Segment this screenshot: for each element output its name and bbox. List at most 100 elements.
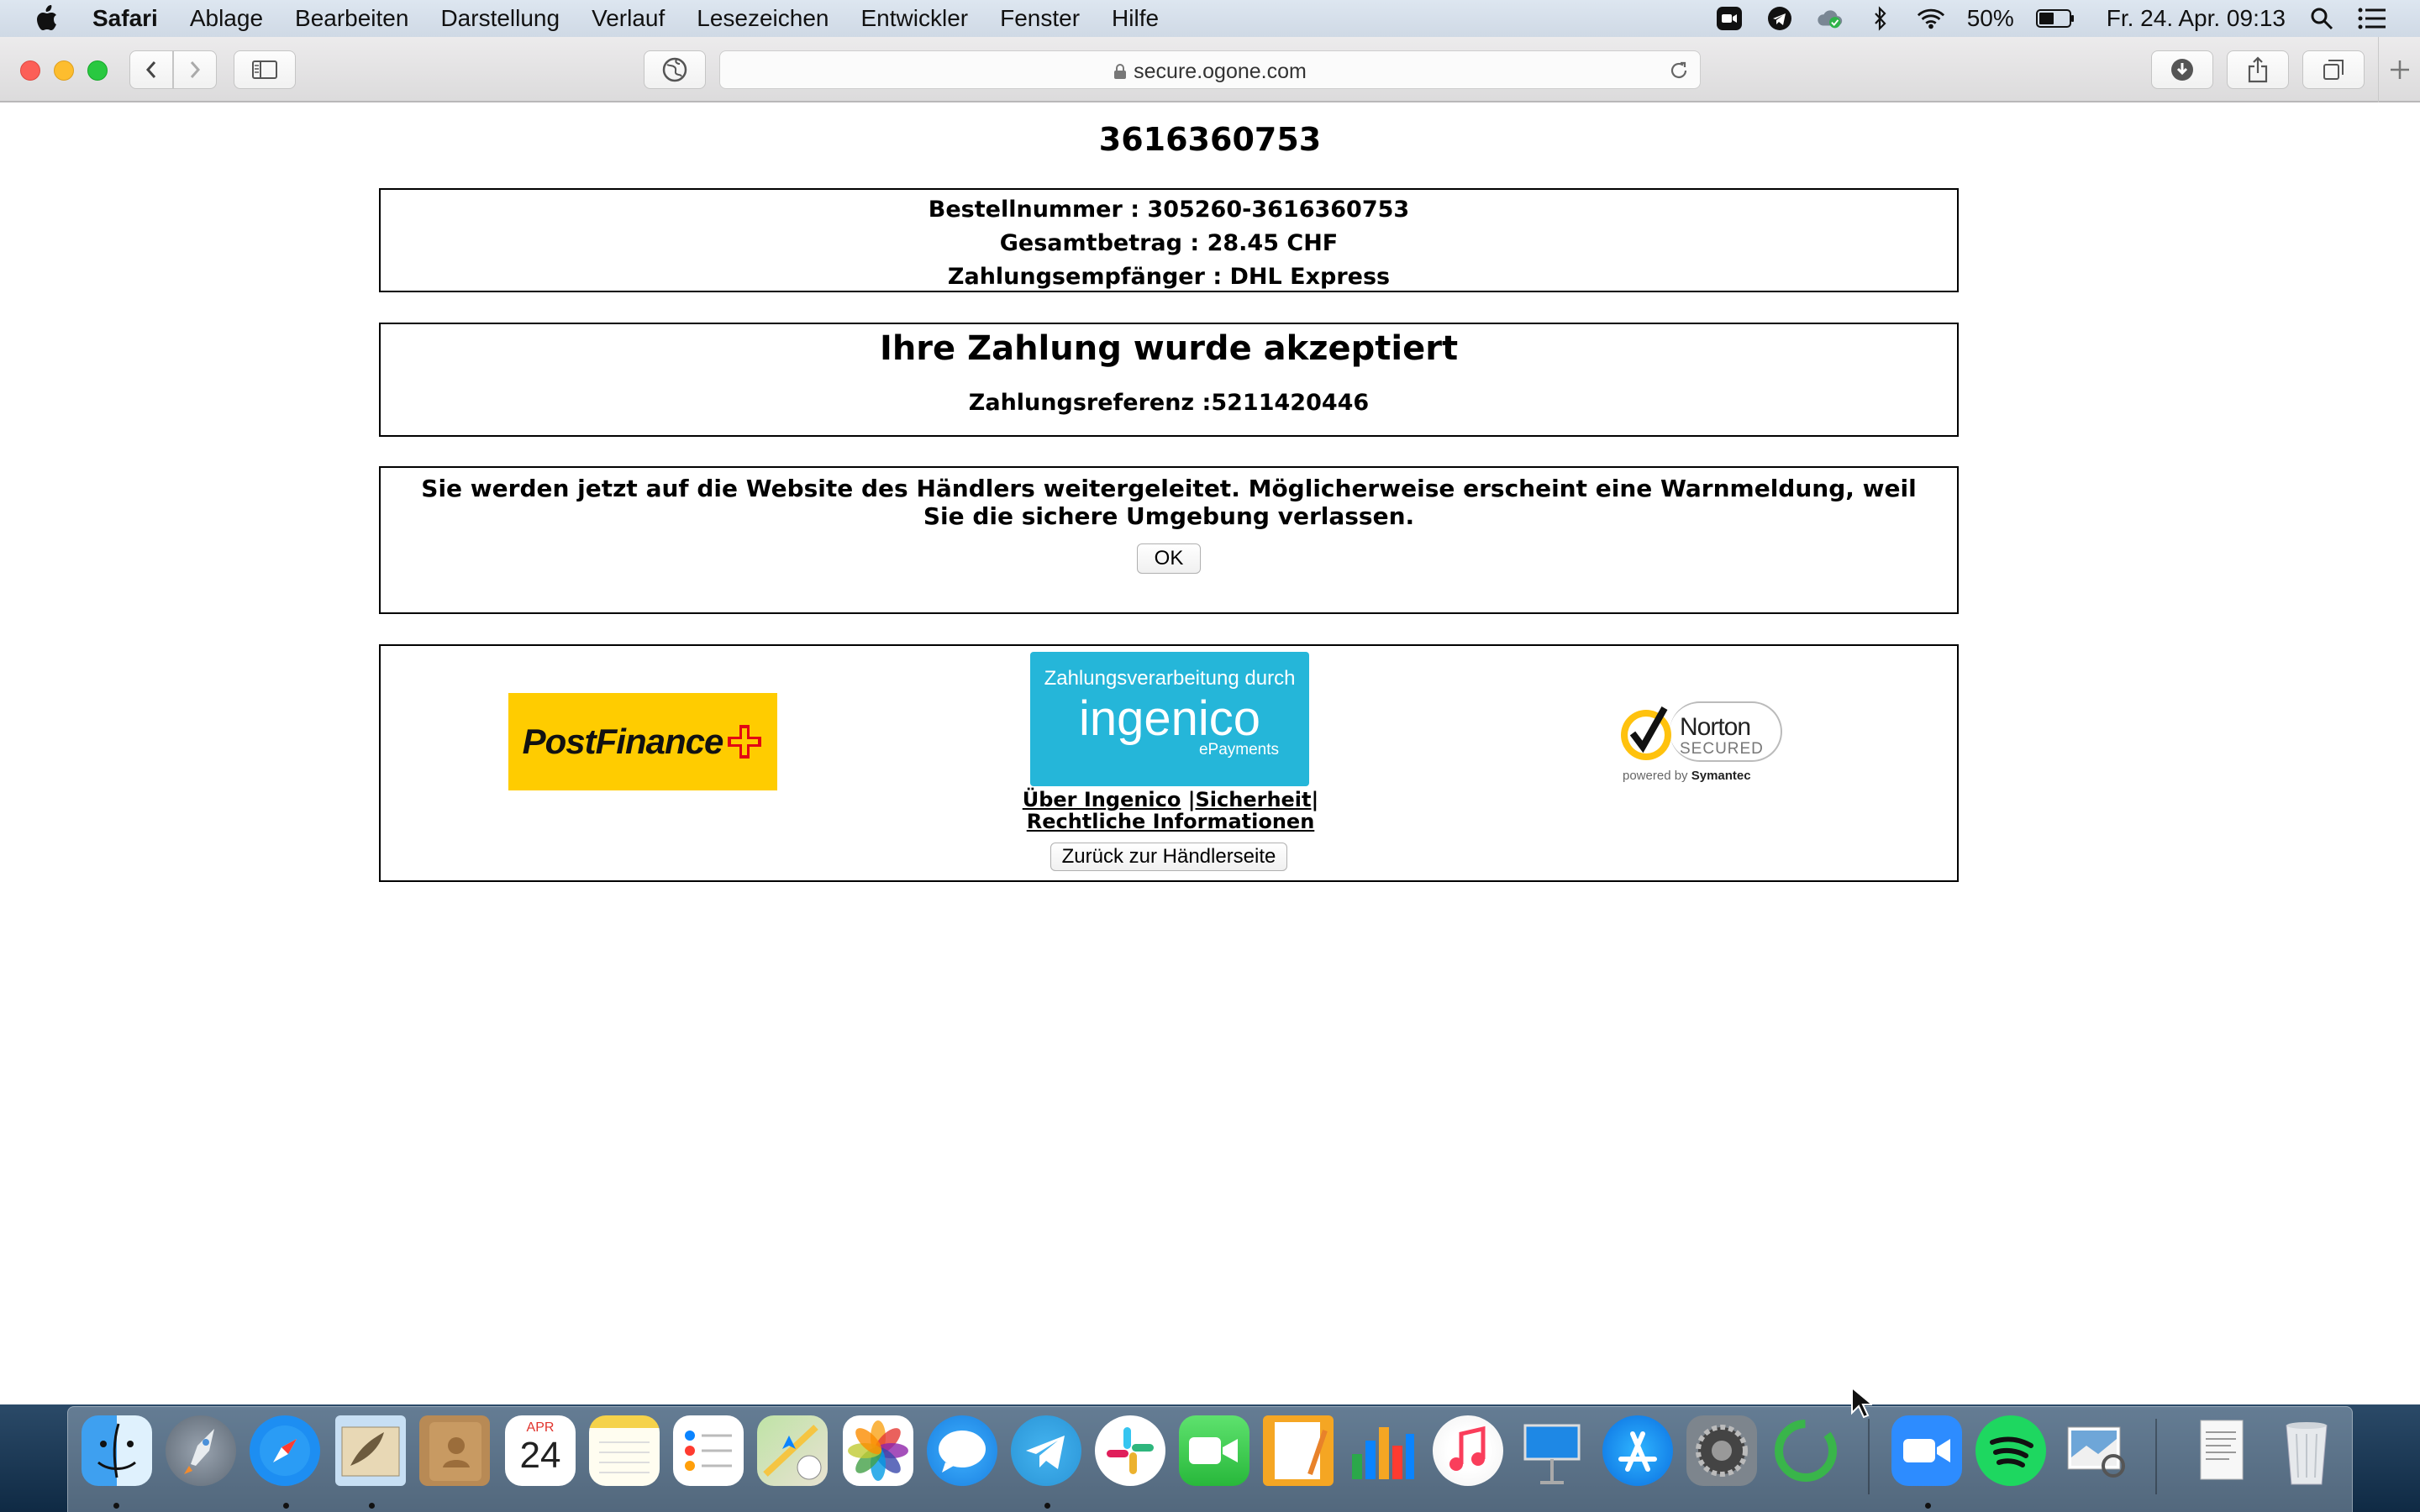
- order-details-box: Bestellnummer : 305260-3616360753 Gesamt…: [379, 188, 1959, 292]
- calendar-day: 24: [519, 1435, 561, 1476]
- window-zoom-button[interactable]: [87, 60, 108, 81]
- photos-icon[interactable]: [843, 1415, 913, 1486]
- payment-recipient: Zahlungsempfänger : DHL Express: [947, 264, 1391, 290]
- launchpad-icon[interactable]: [166, 1415, 236, 1486]
- preview-icon[interactable]: [2061, 1415, 2132, 1486]
- globe-icon: [662, 57, 687, 82]
- safari-icon[interactable]: [250, 1415, 320, 1486]
- telegram-icon[interactable]: [1011, 1415, 1081, 1486]
- page-title: 3616360753: [1098, 121, 1322, 158]
- menu-ablage[interactable]: Ablage: [190, 5, 263, 32]
- reminders-icon[interactable]: [673, 1415, 744, 1486]
- plus-icon: [2390, 60, 2409, 79]
- norton-secured-text: SECURED: [1680, 740, 1764, 758]
- maps-icon[interactable]: [757, 1415, 828, 1486]
- browser-toolbar: secure.ogone.com: [0, 37, 2420, 102]
- notification-center-icon[interactable]: [2358, 4, 2386, 33]
- back-to-merchant-button[interactable]: Zurück zur Händlerseite: [1050, 843, 1287, 871]
- spotify-icon[interactable]: [1975, 1415, 2046, 1486]
- postfinance-logo-text: PostFinance: [522, 722, 724, 761]
- zoom-icon[interactable]: [1891, 1415, 1962, 1486]
- numbers-icon[interactable]: [1347, 1415, 1418, 1486]
- privacy-report-button[interactable]: [644, 50, 706, 89]
- activity-ring-icon[interactable]: [1770, 1415, 1841, 1486]
- window-minimize-button[interactable]: [54, 60, 74, 81]
- dock-separator: [2155, 1419, 2157, 1494]
- keynote-icon[interactable]: [1517, 1415, 1587, 1486]
- sidebar-toggle-button[interactable]: [234, 50, 296, 89]
- system-preferences-icon[interactable]: [1686, 1415, 1757, 1486]
- zoom-status-icon[interactable]: [1715, 4, 1744, 33]
- slack-icon[interactable]: [1095, 1415, 1165, 1486]
- order-number: Bestellnummer : 305260-3616360753: [928, 197, 1410, 223]
- wifi-icon[interactable]: [1917, 4, 1945, 33]
- mail-icon[interactable]: [335, 1415, 406, 1486]
- redirect-notice-box: Sie werden jetzt auf die Website des Hän…: [379, 466, 1959, 614]
- menu-bar: Safari Ablage Bearbeiten Darstellung Ver…: [0, 0, 2420, 37]
- swiss-cross-icon: [728, 725, 762, 759]
- security-link[interactable]: Sicherheit: [1196, 788, 1312, 811]
- sidebar-icon: [252, 60, 277, 79]
- notes-icon[interactable]: [589, 1415, 660, 1486]
- ingenico-logo: Zahlungsverarbeitung durch ingenico ePay…: [1030, 652, 1309, 786]
- payment-footer-box: PostFinance Zahlungsverarbeitung durch i…: [379, 644, 1959, 882]
- reload-icon[interactable]: [1668, 60, 1690, 81]
- footer-links: Über Ingenico |Sicherheit| Rechtliche In…: [969, 789, 1372, 832]
- battery-icon[interactable]: [2035, 4, 2075, 33]
- share-button[interactable]: [2227, 50, 2289, 89]
- share-icon: [2248, 56, 2268, 83]
- calendar-icon[interactable]: APR 24: [505, 1415, 576, 1486]
- menu-fenster[interactable]: Fenster: [1000, 5, 1080, 32]
- ingenico-tagline: Zahlungsverarbeitung durch: [1044, 667, 1296, 690]
- menu-darstellung[interactable]: Darstellung: [440, 5, 560, 32]
- pages-icon[interactable]: [1263, 1415, 1334, 1486]
- legal-info-link[interactable]: Rechtliche Informationen: [1027, 810, 1315, 833]
- total-amount: Gesamtbetrag : 28.45 CHF: [999, 230, 1339, 256]
- messages-icon[interactable]: [927, 1415, 997, 1486]
- menu-lesezeichen[interactable]: Lesezeichen: [697, 5, 829, 32]
- mouse-cursor-icon: [1851, 1386, 1872, 1419]
- facetime-icon[interactable]: [1179, 1415, 1249, 1486]
- norton-symantec: Symantec: [1691, 769, 1751, 783]
- trash-icon[interactable]: [2271, 1415, 2342, 1486]
- dock-separator: [1868, 1419, 1870, 1494]
- menu-verlauf[interactable]: Verlauf: [592, 5, 665, 32]
- postfinance-logo: PostFinance: [508, 693, 777, 790]
- bluetooth-icon[interactable]: [1866, 4, 1895, 33]
- apple-menu-icon[interactable]: [34, 4, 59, 33]
- music-icon[interactable]: [1433, 1415, 1503, 1486]
- clock[interactable]: Fr. 24. Apr. 09:13: [2107, 5, 2286, 32]
- address-bar[interactable]: secure.ogone.com: [719, 50, 1701, 89]
- dock: APR 24: [67, 1406, 2353, 1512]
- menu-hilfe[interactable]: Hilfe: [1112, 5, 1159, 32]
- spotlight-search-icon[interactable]: [2307, 4, 2336, 33]
- ok-button[interactable]: OK: [1137, 543, 1201, 574]
- cloud-sync-icon[interactable]: [1816, 4, 1844, 33]
- lock-icon: [1114, 64, 1127, 79]
- downloads-button[interactable]: [2151, 50, 2213, 89]
- menu-entwickler[interactable]: Entwickler: [861, 5, 969, 32]
- norton-name: Norton: [1680, 713, 1751, 741]
- running-indicator: [1044, 1503, 1050, 1509]
- about-ingenico-link[interactable]: Über Ingenico: [1023, 788, 1181, 811]
- norton-secured-badge: Norton SECURED powered by Symantec: [1616, 696, 1784, 789]
- finder-icon[interactable]: [82, 1415, 152, 1486]
- back-nav-button[interactable]: [129, 50, 173, 89]
- new-tab-button[interactable]: [2378, 37, 2420, 102]
- app-store-icon[interactable]: [1602, 1415, 1673, 1486]
- menu-bearbeiten[interactable]: Bearbeiten: [295, 5, 408, 32]
- window-close-button[interactable]: [20, 60, 40, 81]
- forward-nav-button[interactable]: [173, 50, 217, 89]
- contacts-icon[interactable]: [419, 1415, 490, 1486]
- tab-overview-button[interactable]: [2302, 50, 2365, 89]
- norton-powered-text: powered by: [1623, 769, 1688, 783]
- url-text: secure.ogone.com: [1134, 60, 1307, 83]
- telegram-status-icon[interactable]: [1765, 4, 1794, 33]
- battery-percent: 50%: [1966, 5, 2014, 31]
- calendar-month: APR: [526, 1420, 555, 1435]
- payment-reference: Zahlungsreferenz :5211420446: [968, 390, 1370, 416]
- document-stack-icon[interactable]: [2186, 1415, 2256, 1486]
- menu-app-name[interactable]: Safari: [92, 5, 158, 32]
- web-page: 3616360753 Bestellnummer : 305260-361636…: [0, 102, 2420, 1404]
- payment-accepted-heading: Ihre Zahlung wurde akzeptiert: [879, 329, 1459, 368]
